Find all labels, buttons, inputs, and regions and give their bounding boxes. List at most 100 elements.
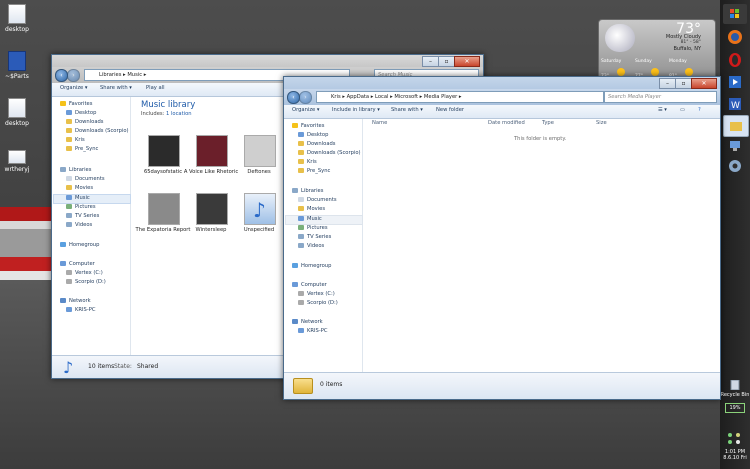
nav-homegroup[interactable]: Homegroup: [60, 242, 99, 248]
nav-network[interactable]: Network: [60, 298, 91, 304]
album-art-thumbnail[interactable]: [244, 135, 276, 167]
tray-icons[interactable]: [720, 431, 750, 449]
explorer-window-media-player[interactable]: – ▫ ✕ ‹ › Kris ▸ AppData ▸ Local ▸ Micro…: [283, 76, 721, 400]
address-bar[interactable]: Kris ▸ AppData ▸ Local ▸ Microsoft ▸ Med…: [316, 91, 604, 103]
breadcrumb-item[interactable]: Kris: [331, 94, 341, 100]
desktop-icon[interactable]: desktop: [0, 98, 37, 127]
breadcrumb-item[interactable]: Music: [127, 72, 142, 78]
include-in-library-button[interactable]: Include in library ▾: [332, 107, 380, 113]
nav-homegroup[interactable]: Homegroup: [292, 263, 331, 269]
recycle-bin-label[interactable]: Recycle Bin: [720, 392, 750, 398]
nav-libraries[interactable]: Libraries: [60, 167, 91, 173]
nav-drive-c[interactable]: Vertex (C:): [66, 270, 103, 276]
nav-favorites[interactable]: Favorites: [60, 101, 92, 107]
album-art-thumbnail[interactable]: [148, 193, 180, 225]
forecast-day-name: Monday: [669, 59, 687, 64]
nav-desktop[interactable]: Desktop: [66, 110, 96, 116]
nav-videos[interactable]: Videos: [66, 222, 92, 228]
nav-label: Downloads (Scorpio): [75, 128, 129, 134]
nav-pre-sync[interactable]: Pre_Sync: [66, 146, 98, 152]
column-header-name[interactable]: Name: [372, 120, 387, 126]
nav-kris-pc[interactable]: KRIS-PC: [298, 328, 327, 334]
nav-music[interactable]: Music: [66, 195, 90, 201]
taskbar-app-settings[interactable]: [723, 156, 747, 176]
nav-kris[interactable]: Kris: [66, 137, 85, 143]
firefox-icon: [728, 30, 742, 44]
search-input[interactable]: Search Media Player: [604, 91, 717, 103]
nav-documents[interactable]: Documents: [298, 197, 337, 203]
breadcrumb-item[interactable]: Media Player: [424, 94, 457, 100]
minimize-button[interactable]: –: [659, 78, 676, 89]
desktop-icon[interactable]: wrtheryj: [0, 150, 37, 173]
preview-pane-icon[interactable]: ▭: [680, 107, 685, 113]
nav-videos[interactable]: Videos: [298, 243, 324, 249]
share-with-button[interactable]: Share with ▾: [391, 107, 423, 113]
help-icon[interactable]: ?: [698, 107, 701, 113]
album-art-thumbnail[interactable]: [196, 193, 228, 225]
organize-button[interactable]: Organize ▾: [60, 85, 88, 91]
nav-favorites[interactable]: Favorites: [292, 123, 324, 129]
nav-drive-d[interactable]: Scorpio (D:): [298, 300, 338, 306]
forward-button[interactable]: ›: [299, 91, 312, 104]
nav-drive-c[interactable]: Vertex (C:): [298, 291, 335, 297]
album-art-thumbnail[interactable]: [196, 135, 228, 167]
organize-button[interactable]: Organize ▾: [292, 107, 320, 113]
nav-tv-series[interactable]: TV Series: [66, 213, 99, 219]
maximize-button[interactable]: ▫: [438, 56, 455, 67]
desktop-icon[interactable]: desktop: [0, 4, 37, 33]
taskbar-app-network[interactable]: [723, 136, 747, 156]
breadcrumb-item[interactable]: AppData: [347, 94, 370, 100]
taskbar-app-opera[interactable]: [723, 50, 747, 70]
nav-kris[interactable]: Kris: [298, 159, 317, 165]
nav-pictures[interactable]: Pictures: [66, 204, 96, 210]
homegroup-icon: [292, 263, 298, 268]
close-button[interactable]: ✕: [454, 56, 480, 67]
album-art-thumbnail[interactable]: [148, 135, 180, 167]
breadcrumb-item[interactable]: Local: [375, 94, 388, 100]
nav-pre-sync[interactable]: Pre_Sync: [298, 168, 330, 174]
breadcrumb-item[interactable]: Libraries: [99, 72, 121, 78]
nav-kris-pc[interactable]: KRIS-PC: [66, 307, 95, 313]
includes-link[interactable]: 1 location: [166, 111, 192, 117]
nav-network[interactable]: Network: [292, 319, 323, 325]
nav-libraries[interactable]: Libraries: [292, 188, 323, 194]
music-note-icon[interactable]: ♪: [244, 193, 276, 225]
nav-downloads[interactable]: Downloads: [298, 141, 336, 147]
nav-downloads-scorpio[interactable]: Downloads (Scorpio): [66, 128, 129, 134]
nav-downloads[interactable]: Downloads: [66, 119, 104, 125]
column-header-date-modified[interactable]: Date modified: [488, 120, 525, 126]
star-icon: [60, 101, 66, 106]
forward-button[interactable]: ›: [67, 69, 80, 82]
nav-documents[interactable]: Documents: [66, 176, 105, 182]
weather-gadget[interactable]: 73° Mostly Cloudy 81° - 58° Buffalo, NY …: [598, 19, 716, 83]
nav-downloads-scorpio[interactable]: Downloads (Scorpio): [298, 150, 361, 156]
nav-pictures[interactable]: Pictures: [298, 225, 328, 231]
column-header-type[interactable]: Type: [542, 120, 554, 126]
column-header-size[interactable]: Size: [596, 120, 607, 126]
start-button[interactable]: [723, 4, 747, 24]
taskbar-app-firefox[interactable]: [723, 27, 747, 47]
view-options-icon[interactable]: ☰ ▾: [658, 107, 667, 113]
close-button[interactable]: ✕: [691, 78, 717, 89]
nav-drive-d[interactable]: Scorpio (D:): [66, 279, 106, 285]
nav-tv-series[interactable]: TV Series: [298, 234, 331, 240]
nav-computer[interactable]: Computer: [60, 261, 95, 267]
nav-desktop[interactable]: Desktop: [298, 132, 328, 138]
nav-computer[interactable]: Computer: [292, 282, 327, 288]
battery-indicator[interactable]: 19%: [725, 403, 745, 413]
taskbar-app-media[interactable]: [723, 72, 747, 92]
breadcrumb-item[interactable]: Microsoft: [394, 94, 418, 100]
taskbar-app-word[interactable]: W: [723, 94, 747, 114]
desktop-icon[interactable]: ~$Parts: [0, 51, 37, 80]
nav-music[interactable]: Music: [298, 216, 322, 222]
maximize-button[interactable]: ▫: [675, 78, 692, 89]
nav-movies[interactable]: Movies: [298, 206, 325, 212]
taskbar-app-explorer[interactable]: [723, 115, 749, 137]
minimize-button[interactable]: –: [422, 56, 439, 67]
nav-movies[interactable]: Movies: [66, 185, 93, 191]
play-all-button[interactable]: Play all: [146, 85, 165, 91]
share-with-button[interactable]: Share with ▾: [100, 85, 132, 91]
nav-label: Scorpio (D:): [75, 279, 106, 285]
new-folder-button[interactable]: New folder: [436, 107, 464, 113]
nav-label: Kris: [307, 159, 317, 165]
